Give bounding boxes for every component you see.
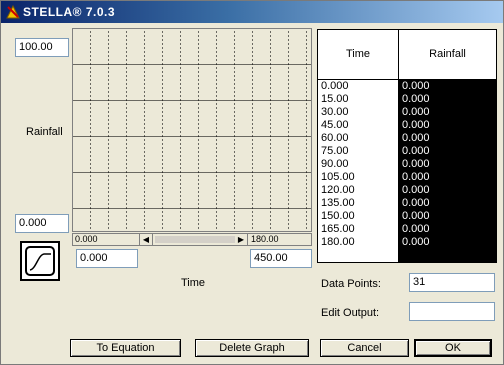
to-equation-button[interactable]: To Equation xyxy=(70,339,181,357)
rainfall-cell[interactable]: 0.000 xyxy=(399,197,496,210)
x-max-input[interactable]: 450.00 xyxy=(250,249,312,268)
graph-dialog: STELLA® 7.0.3 100.00 Rainfall 0.000 0.00… xyxy=(0,0,504,365)
rainfall-cell[interactable]: 0.000 xyxy=(399,223,496,236)
time-cell[interactable]: 75.00 xyxy=(318,145,398,158)
rainfall-cell[interactable]: 0.000 xyxy=(399,210,496,223)
scroll-end-value: 180.00 xyxy=(251,234,279,244)
rainfall-cell[interactable]: 0.000 xyxy=(399,171,496,184)
time-column[interactable]: 0.000 15.00 30.00 45.00 60.00 75.00 90.0… xyxy=(318,80,399,262)
rainfall-cell[interactable]: 0.000 xyxy=(399,106,496,119)
y-axis-label: Rainfall xyxy=(26,126,63,138)
x-min-input[interactable]: 0.000 xyxy=(76,249,138,268)
edit-output-input[interactable] xyxy=(409,302,495,321)
time-cell[interactable]: 120.00 xyxy=(318,184,398,197)
scroll-start-value: 0.000 xyxy=(75,234,98,244)
stella-logo-icon xyxy=(6,4,20,19)
rainfall-cell[interactable]: 0.000 xyxy=(399,132,496,145)
time-cell[interactable]: 30.00 xyxy=(318,106,398,119)
data-points-input[interactable]: 31 xyxy=(409,273,495,292)
scroll-right-arrow-icon[interactable]: ▶ xyxy=(235,234,248,245)
time-cell[interactable]: 90.00 xyxy=(318,158,398,171)
graph-type-button[interactable] xyxy=(20,241,60,281)
cancel-button[interactable]: Cancel xyxy=(320,339,409,357)
column-header-time: Time xyxy=(318,30,399,79)
time-cell[interactable]: 165.00 xyxy=(318,223,398,236)
rainfall-cell[interactable]: 0.000 xyxy=(399,119,496,132)
data-points-label: Data Points: xyxy=(321,278,381,290)
time-cell[interactable]: 15.00 xyxy=(318,93,398,106)
rainfall-cell[interactable]: 0.000 xyxy=(399,158,496,171)
x-axis-label: Time xyxy=(181,277,206,289)
time-cell[interactable]: 0.000 xyxy=(318,80,398,93)
ok-button[interactable]: OK xyxy=(414,339,492,357)
rainfall-cell[interactable]: 0.000 xyxy=(399,80,496,93)
y-min-input[interactable]: 0.000 xyxy=(15,214,69,233)
time-cell[interactable]: 180.00 xyxy=(318,236,398,249)
table-header: Time Rainfall xyxy=(318,30,496,80)
rainfall-column[interactable]: 0.000 0.000 0.000 0.000 0.000 0.000 0.00… xyxy=(399,80,496,262)
time-cell[interactable]: 105.00 xyxy=(318,171,398,184)
graph-plot-area[interactable] xyxy=(72,28,312,232)
rainfall-cell[interactable]: 0.000 xyxy=(399,145,496,158)
time-cell[interactable]: 45.00 xyxy=(318,119,398,132)
window-title: STELLA® 7.0.3 xyxy=(23,5,116,19)
curve-icon xyxy=(25,246,55,276)
time-cell[interactable]: 150.00 xyxy=(318,210,398,223)
y-max-input[interactable]: 100.00 xyxy=(15,38,69,57)
delete-graph-button[interactable]: Delete Graph xyxy=(195,339,309,357)
title-bar: STELLA® 7.0.3 xyxy=(1,1,503,23)
rainfall-cell[interactable]: 0.000 xyxy=(399,93,496,106)
scroll-track[interactable] xyxy=(155,236,235,243)
time-cell[interactable]: 60.00 xyxy=(318,132,398,145)
data-table[interactable]: Time Rainfall 0.000 15.00 30.00 45.00 60… xyxy=(317,29,497,263)
column-header-rainfall: Rainfall xyxy=(429,48,466,60)
graph-scrollbar[interactable]: 0.000 ◀ ▶ 180.00 xyxy=(72,233,312,246)
edit-output-label: Edit Output: xyxy=(321,307,380,319)
time-cell[interactable]: 135.00 xyxy=(318,197,398,210)
rainfall-cell[interactable]: 0.000 xyxy=(399,184,496,197)
scroll-left-arrow-icon[interactable]: ◀ xyxy=(139,234,153,245)
rainfall-cell[interactable]: 0.000 xyxy=(399,236,496,249)
